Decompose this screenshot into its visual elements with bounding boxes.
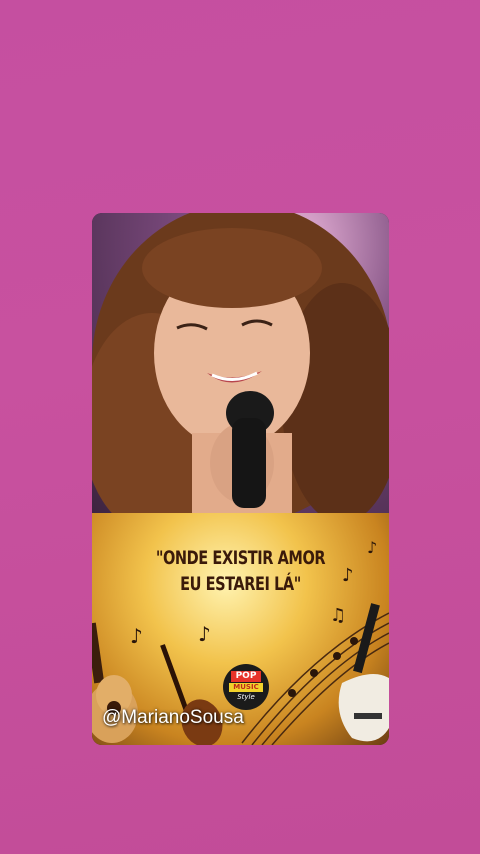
quote-line-1: "ONDE EXISTIR AMOR: [155, 547, 326, 569]
pop-music-style-logo: POP MUSIC Style: [223, 664, 269, 710]
logo-music-text: MUSIC: [229, 683, 263, 692]
svg-text:♪: ♪: [130, 624, 143, 648]
singer-photo: [92, 213, 389, 513]
story-card: ♪ ♪ ♪ ♪ ♫ "ONDE EXISTIR AMOR EU ESTAREI …: [92, 213, 389, 745]
quote-line-2: EU ESTAREI LÁ": [180, 573, 301, 595]
watermark-handle: @MarianoSousa: [102, 707, 244, 728]
svg-text:♪: ♪: [198, 622, 211, 646]
logo-pop-text: POP: [231, 671, 261, 682]
lyric-quote: "ONDE EXISTIR AMOR EU ESTAREI LÁ": [114, 545, 366, 597]
svg-text:♪: ♪: [367, 538, 377, 557]
music-banner: ♪ ♪ ♪ ♪ ♫ "ONDE EXISTIR AMOR EU ESTAREI …: [92, 513, 389, 745]
svg-text:♫: ♫: [330, 605, 346, 626]
logo-style-text: Style: [237, 693, 255, 701]
